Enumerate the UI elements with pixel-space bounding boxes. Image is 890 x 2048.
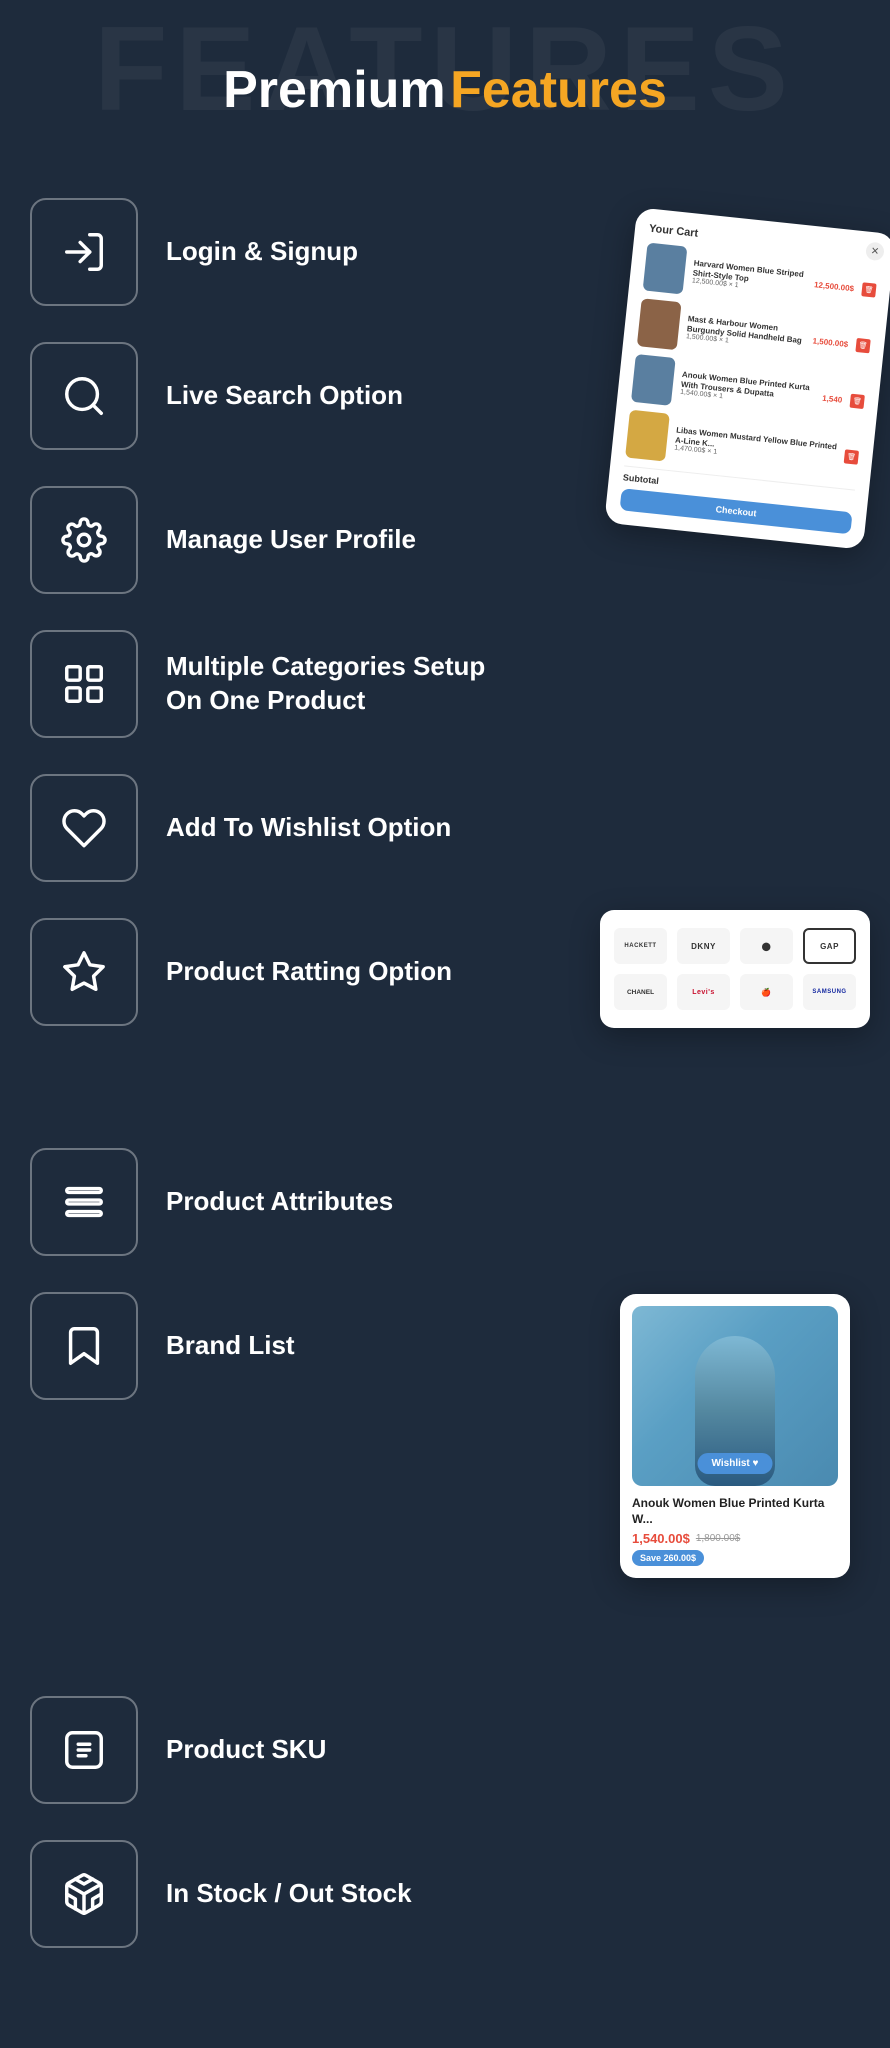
features-list: Login & Signup Live Search Option Manage… [0, 160, 890, 1986]
profile-label: Manage User Profile [166, 523, 416, 557]
brand-item: ⬤ [740, 928, 793, 964]
brand-item-active: GAP [803, 928, 856, 964]
page-header: Premium Features [0, 0, 890, 160]
stock-label: In Stock / Out Stock [166, 1877, 412, 1911]
star-icon [61, 949, 107, 995]
cart-delete-icon: 🗑 [861, 282, 876, 297]
title-features: Features [450, 61, 667, 119]
cart-delete-icon: 🗑 [850, 394, 865, 409]
section-rating-brands: Product Ratting Option HACKETT DKNY ⬤ GA… [30, 900, 860, 1130]
brand-icon-box [30, 1292, 138, 1400]
title-premium: Premium [223, 61, 446, 119]
cart-item-info: Mast & Harbour Women Burgundy Solid Hand… [686, 314, 806, 352]
attributes-label: Product Attributes [166, 1185, 393, 1219]
section-login-cart: Login & Signup Live Search Option Manage… [30, 180, 860, 756]
cart-item-image [637, 298, 682, 350]
brand-item: 🍎 [740, 974, 793, 1010]
cart-item-price: 1,540 [822, 393, 843, 404]
bookmark-icon [61, 1323, 107, 1369]
categories-label: Multiple Categories SetupOn One Product [166, 650, 485, 718]
wishlist-icon-box [30, 774, 138, 882]
brand-item: HACKETT [614, 928, 667, 964]
product-name: Anouk Women Blue Printed Kurta W... [632, 1496, 838, 1527]
cart-item-info: Libas Women Mustard Yellow Blue Printed … [674, 426, 838, 469]
product-mock: Wishlist ♥ Anouk Women Blue Printed Kurt… [620, 1294, 850, 1578]
cart-item-image [625, 410, 670, 462]
cart-item-price: 12,500.00$ [814, 280, 855, 293]
save-badge: Save 260.00$ [632, 1550, 704, 1566]
login-label: Login & Signup [166, 235, 358, 269]
stock-icon [61, 1871, 107, 1917]
product-image: Wishlist ♥ [632, 1306, 838, 1486]
sku-icon-box [30, 1696, 138, 1804]
cart-delete-icon: 🗑 [844, 449, 859, 464]
list-icon [61, 1179, 107, 1225]
categories-icon-box [30, 630, 138, 738]
grid-icon [61, 661, 107, 707]
cart-item-image [643, 243, 688, 295]
product-price: 1,540.00$ [632, 1531, 690, 1546]
rating-icon-box [30, 918, 138, 1026]
product-price-row: 1,540.00$ 1,800.00$ [632, 1531, 838, 1546]
section-brand-product: Brand List Wishlist ♥ Anouk Women Blue P… [30, 1274, 860, 1966]
settings-icon [61, 517, 107, 563]
feature-row-wishlist: Add To Wishlist Option [30, 756, 860, 900]
search-label: Live Search Option [166, 379, 403, 413]
cart-mock: ✕ Your Cart Harvard Women Blue Striped S… [604, 207, 890, 549]
cart-delete-icon: 🗑 [855, 338, 870, 353]
brand-item: DKNY [677, 928, 730, 964]
search-icon-box [30, 342, 138, 450]
feature-row-stock: In Stock / Out Stock [30, 1822, 860, 1966]
heart-icon [61, 805, 107, 851]
feature-row-categories: Multiple Categories SetupOn One Product [30, 612, 860, 756]
attributes-icon-box [30, 1148, 138, 1256]
wishlist-button[interactable]: Wishlist ♥ [698, 1453, 773, 1474]
cart-close-icon: ✕ [865, 241, 885, 261]
sku-label: Product SKU [166, 1733, 326, 1767]
search-icon [61, 373, 107, 419]
cart-item-info: Anouk Women Blue Printed Kurta With Trou… [680, 370, 816, 410]
login-icon [61, 229, 107, 275]
brand-label: Brand List [166, 1329, 295, 1363]
sku-icon [61, 1727, 107, 1773]
cart-item-info: Harvard Women Blue Striped Shirt-Style T… [692, 258, 808, 296]
cart-item-price: 1,500.00$ [812, 336, 848, 349]
brand-item: SAMSUNG [803, 974, 856, 1010]
brands-mock: HACKETT DKNY ⬤ GAP CHANEL Levi's 🍎 SAMSU… [600, 910, 870, 1028]
brands-grid: HACKETT DKNY ⬤ GAP CHANEL Levi's 🍎 SAMSU… [614, 928, 856, 1010]
wishlist-label: Add To Wishlist Option [166, 811, 451, 845]
brand-item: Levi's [677, 974, 730, 1010]
profile-icon-box [30, 486, 138, 594]
login-icon-box [30, 198, 138, 306]
product-old-price: 1,800.00$ [696, 1533, 741, 1544]
feature-row-sku: Product SKU [30, 1678, 860, 1822]
rating-label: Product Ratting Option [166, 955, 452, 989]
feature-row-attributes: Product Attributes [30, 1130, 860, 1274]
cart-item-image [631, 354, 676, 406]
brand-item: CHANEL [614, 974, 667, 1010]
stock-icon-box [30, 1840, 138, 1948]
